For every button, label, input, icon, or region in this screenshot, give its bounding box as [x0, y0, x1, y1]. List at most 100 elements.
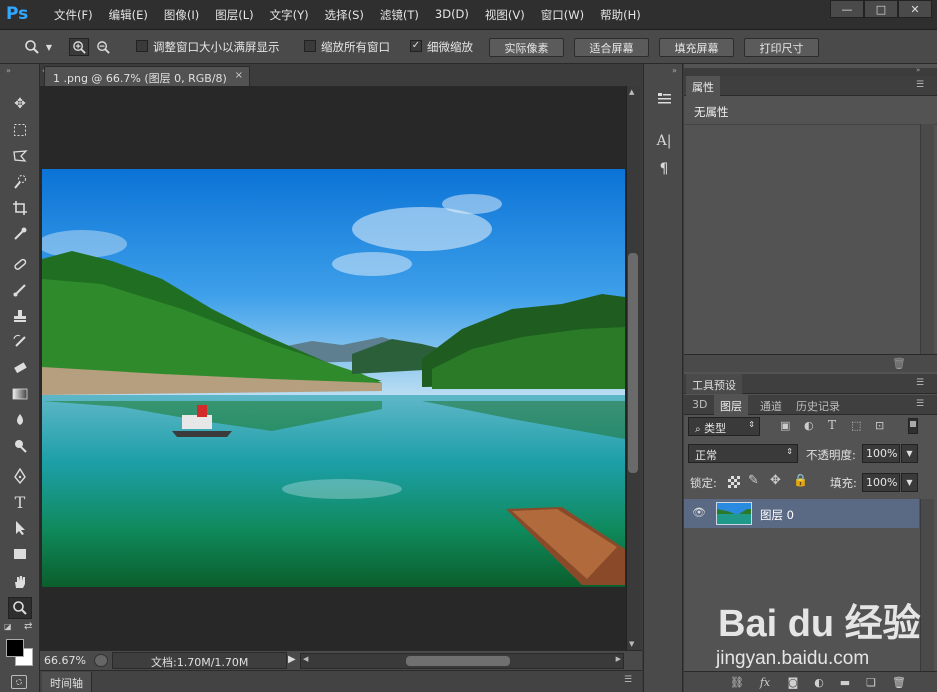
- fill-dropdown-icon[interactable]: ▼: [901, 473, 918, 492]
- scroll-up-icon[interactable]: ▲: [629, 88, 634, 96]
- tab-3d[interactable]: 3D: [686, 395, 713, 415]
- horizontal-scroll-thumb[interactable]: [406, 656, 510, 666]
- healing-brush-tool-icon[interactable]: [8, 253, 32, 275]
- collapse-arrows-icon[interactable]: »: [6, 66, 11, 75]
- character-panel-icon[interactable]: A|: [652, 130, 676, 152]
- lake-landscape-photo[interactable]: [42, 169, 625, 587]
- panel-menu-icon[interactable]: ☰: [916, 378, 924, 388]
- menu-filter[interactable]: 滤镜(T): [372, 7, 427, 23]
- layer-row[interactable]: 👁 图层 0: [684, 499, 919, 528]
- filter-toggle-switch[interactable]: [908, 418, 918, 434]
- panel-collapse-bar[interactable]: »: [684, 66, 937, 76]
- opacity-input[interactable]: 100%: [862, 444, 900, 463]
- layers-scrollbar[interactable]: [920, 499, 934, 671]
- filter-shape-icon[interactable]: ⬚: [851, 419, 865, 433]
- layer-filter-select[interactable]: ⌕ 类型 ⇕: [688, 417, 760, 436]
- eraser-tool-icon[interactable]: [8, 357, 32, 379]
- menu-image[interactable]: 图像(I): [156, 7, 207, 23]
- minimize-button[interactable]: —: [830, 0, 864, 18]
- horizontal-scrollbar[interactable]: ◀ ▶: [300, 653, 624, 669]
- tab-properties[interactable]: 属性: [686, 76, 720, 96]
- close-tab-icon[interactable]: ×: [235, 70, 243, 81]
- tab-history[interactable]: 历史记录: [790, 395, 846, 415]
- quick-selection-tool-icon[interactable]: [8, 171, 32, 193]
- menu-edit[interactable]: 编辑(E): [101, 7, 156, 23]
- menu-select[interactable]: 选择(S): [317, 7, 372, 23]
- menu-file[interactable]: 文件(F): [46, 7, 101, 23]
- share-icon[interactable]: [94, 654, 108, 667]
- filter-type-icon[interactable]: T: [828, 418, 842, 432]
- swap-colors-icon[interactable]: ⇄: [24, 621, 32, 632]
- dodge-tool-icon[interactable]: [8, 435, 32, 457]
- zoom-out-icon[interactable]: [93, 38, 113, 56]
- opacity-dropdown-icon[interactable]: ▼: [901, 444, 918, 463]
- collapse-arrows-icon[interactable]: »: [916, 66, 920, 74]
- filter-smart-object-icon[interactable]: ⊡: [875, 419, 889, 433]
- move-tool-icon[interactable]: ✥: [8, 93, 32, 115]
- tab-channels[interactable]: 通道: [754, 395, 788, 415]
- default-colors-icon[interactable]: ◪: [4, 622, 14, 632]
- menu-help[interactable]: 帮助(H): [592, 7, 649, 23]
- resize-windows-checkbox[interactable]: [136, 40, 148, 52]
- print-size-button[interactable]: 打印尺寸: [744, 38, 819, 57]
- lasso-tool-icon[interactable]: [8, 145, 32, 167]
- zoom-in-icon[interactable]: [69, 38, 89, 56]
- marquee-tool-icon[interactable]: [8, 119, 32, 141]
- vertical-scroll-thumb[interactable]: [628, 253, 638, 473]
- maximize-button[interactable]: □: [864, 0, 898, 18]
- fit-screen-button[interactable]: 适合屏幕: [574, 38, 649, 57]
- blend-mode-select[interactable]: 正常 ⇕: [688, 444, 798, 463]
- close-button[interactable]: ✕: [898, 0, 932, 18]
- lock-all-icon[interactable]: 🔒: [793, 473, 808, 487]
- paragraph-panel-icon[interactable]: ¶: [652, 158, 676, 180]
- hand-tool-icon[interactable]: [8, 571, 32, 593]
- scroll-down-icon[interactable]: ▼: [629, 640, 634, 648]
- scrubby-zoom-checkbox[interactable]: ✓: [410, 40, 422, 52]
- lock-transparent-icon[interactable]: [728, 476, 740, 488]
- filter-adjustment-icon[interactable]: ◐: [804, 419, 818, 433]
- menu-window[interactable]: 窗口(W): [533, 7, 592, 23]
- tab-tool-presets[interactable]: 工具预设: [686, 374, 742, 394]
- fill-input[interactable]: 100%: [862, 473, 900, 492]
- zoom-all-windows-checkbox[interactable]: [304, 40, 316, 52]
- tab-layers[interactable]: 图层: [714, 395, 748, 415]
- lock-position-icon[interactable]: ✥: [770, 473, 781, 488]
- timeline-tab[interactable]: 时间轴: [42, 672, 92, 692]
- blur-tool-icon[interactable]: [8, 409, 32, 431]
- type-tool-icon[interactable]: T: [8, 491, 32, 513]
- collapse-arrows-icon[interactable]: »: [672, 66, 677, 75]
- brush-tool-icon[interactable]: [8, 279, 32, 301]
- chevron-down-icon[interactable]: ▼: [43, 38, 55, 56]
- panel-menu-icon[interactable]: ☰: [624, 675, 632, 685]
- history-brush-tool-icon[interactable]: [8, 331, 32, 353]
- eyedropper-tool-icon[interactable]: [8, 223, 32, 245]
- properties-panel-icon[interactable]: [652, 88, 676, 110]
- document-tab[interactable]: 1 .png @ 66.7% (图层 0, RGB/8) ×: [44, 66, 250, 86]
- scroll-right-icon[interactable]: ▶: [616, 655, 621, 663]
- zoom-level[interactable]: 66.67%: [44, 654, 86, 667]
- delete-layer-icon[interactable]: 🗑: [890, 675, 908, 689]
- menu-3d[interactable]: 3D(D): [427, 7, 477, 23]
- properties-scrollbar[interactable]: [920, 124, 934, 354]
- layer-style-fx-icon[interactable]: fx: [756, 675, 774, 689]
- eye-visibility-icon[interactable]: 👁: [692, 506, 706, 519]
- new-group-icon[interactable]: ▬: [836, 675, 854, 689]
- new-layer-icon[interactable]: ❏: [862, 675, 880, 689]
- menu-view[interactable]: 视图(V): [477, 7, 533, 23]
- scroll-left-icon[interactable]: ◀: [303, 655, 308, 663]
- trash-icon[interactable]: 🗑: [892, 357, 906, 370]
- panel-menu-icon[interactable]: ☰: [916, 80, 924, 90]
- adjustment-layer-icon[interactable]: ◐: [810, 675, 828, 689]
- clone-stamp-tool-icon[interactable]: [8, 305, 32, 327]
- gradient-tool-icon[interactable]: [8, 383, 32, 405]
- crop-tool-icon[interactable]: [8, 197, 32, 219]
- pen-tool-icon[interactable]: [8, 465, 32, 487]
- zoom-tool-icon[interactable]: [8, 597, 32, 619]
- rectangle-tool-icon[interactable]: [8, 543, 32, 565]
- foreground-color-swatch[interactable]: [6, 639, 24, 657]
- status-menu-arrow-icon[interactable]: ▶: [288, 654, 296, 665]
- add-mask-icon[interactable]: ◙: [784, 675, 802, 689]
- layer-name[interactable]: 图层 0: [760, 507, 794, 523]
- filter-pixel-icon[interactable]: ▣: [780, 419, 794, 433]
- quick-mask-icon[interactable]: [11, 675, 27, 689]
